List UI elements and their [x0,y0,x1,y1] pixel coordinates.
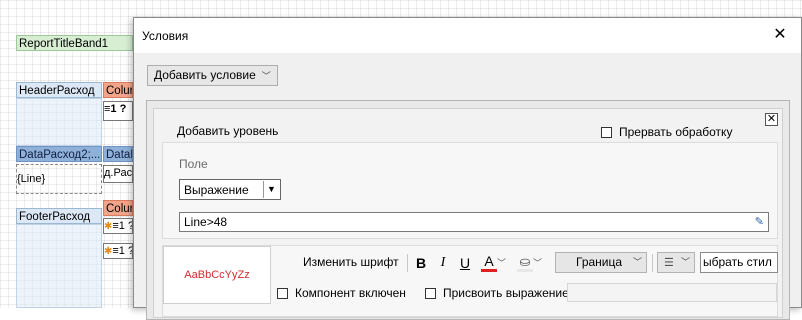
header-band-body[interactable] [16,98,102,146]
data-band-label: DataРасход2;... [19,149,101,161]
format-preview: AaBbCcYyZz [163,246,271,304]
paint-bucket-icon: ⛀ [517,254,533,272]
toolbar-separator [407,254,408,272]
preview-text: AaBbCcYyZz [184,269,250,281]
dialog-title: Условия [142,29,189,43]
footer-cell-1-text: ≡1 ? [112,220,133,232]
add-condition-button[interactable]: Добавить условие ﹀ [147,65,278,86]
bold-button[interactable]: B [413,252,429,274]
report-title-band-label: ReportTitleBand1 [19,38,109,50]
edit-pencil-icon[interactable]: ✎ [755,215,764,228]
field-type-value: Выражение [184,183,249,197]
dialog-titlebar[interactable]: Условия ✕ [134,18,801,53]
assign-expression-label: Присвоить выражение [443,286,569,300]
chevron-down-icon: ﹀ [632,257,642,267]
condition-panel: Добавить уровень Прервать обработку ✕ По… [146,100,790,320]
header-band-label: HeaderРасход [19,85,95,97]
footer-band-body[interactable] [16,224,102,308]
font-color-button[interactable]: A ﹀ [481,252,515,274]
font-color-icon: A [481,254,497,272]
add-condition-label: Добавить условие [154,68,256,82]
dropdown-arrow-icon: ▼ [263,181,279,198]
data-column-title[interactable]: DataP [103,146,133,162]
header-column-title[interactable]: Colur [103,82,133,98]
field-type-select[interactable]: Выражение ▼ [179,179,281,200]
expression-input[interactable]: Line>48 ✎ [179,212,769,232]
chevron-down-icon: ﹀ [261,71,271,81]
style-select-value: ыбрать стил [703,255,772,269]
add-level-link[interactable]: Добавить уровень [177,124,278,138]
data-band[interactable]: DataРасход2;... [16,146,102,162]
field-section: Поле Выражение ▼ Line>48 ✎ [162,142,778,239]
toolbar-separator [652,254,653,272]
data-cell-text: д.Рас [104,167,133,179]
condition-level-area: Добавить уровень Прервать обработку ✕ По… [153,108,783,318]
format-section: AaBbCcYyZz Изменить шрифт B I U A ﹀ ⛀ ﹀ Гр… [162,245,778,317]
header-column-label: Colur [106,85,133,97]
component-enabled-checkbox[interactable]: Компонент включен [277,286,406,300]
checkbox-box [425,287,436,299]
change-font-button[interactable]: Изменить шрифт [303,252,399,274]
style-select[interactable]: ыбрать стил [700,252,778,273]
assign-expression-input[interactable] [567,283,777,302]
checkbox-box [601,126,612,138]
conditions-dialog: Условия ✕ Добавить условие ﹀ Добавить уро… [133,17,802,320]
list-icon: ☰ [664,257,674,269]
footer-cell-2-text: ≡1 ? [112,245,133,257]
chevron-down-icon: ﹀ [533,258,543,268]
line-cell[interactable]: {Line} [16,164,102,194]
line-cell-text: {Line} [17,173,46,185]
data-column-label: DataP [106,149,132,161]
header-cell[interactable]: ≡1 ? [103,101,133,121]
chevron-down-icon: ﹀ [497,258,507,268]
break-processing-checkbox[interactable]: Прервать обработку [601,125,732,139]
data-cell[interactable]: д.Рас [103,165,133,183]
footer-column-label: Colur [106,203,133,215]
footer-band-label: FooterРасход [19,211,91,223]
expression-value: Line>48 [184,215,228,229]
remove-condition-icon[interactable]: ✕ [765,113,778,126]
border-label: Граница [576,255,623,269]
italic-button[interactable]: I [435,252,451,274]
footer-band[interactable]: FooterРасход [16,208,102,224]
field-label: Поле [179,157,208,171]
close-icon[interactable]: ✕ [769,24,791,46]
footer-cell-2[interactable]: ✱≡1 ? [103,243,133,259]
border-dropdown[interactable]: Граница ﹀ [555,252,647,273]
report-title-band[interactable]: ReportTitleBand1 [16,35,133,51]
fill-color-button[interactable]: ⛀ ﹀ [517,252,551,274]
footer-cell-1[interactable]: ✱≡1 ? [103,218,133,234]
assign-expression-checkbox[interactable]: Присвоить выражение [425,286,569,300]
header-band[interactable]: HeaderРасход [16,82,102,98]
chevron-down-icon: ﹀ [680,257,690,267]
footer-column-title[interactable]: Colur [103,200,133,216]
header-cell-text: ≡1 ? [104,103,127,115]
change-font-label: Изменить шрифт [303,255,399,269]
checkbox-box [277,287,288,299]
underline-button[interactable]: U [457,252,473,274]
alignment-dropdown[interactable]: ☰ ﹀ [657,252,695,273]
break-processing-label: Прервать обработку [619,125,733,139]
component-enabled-label: Компонент включен [295,286,406,300]
